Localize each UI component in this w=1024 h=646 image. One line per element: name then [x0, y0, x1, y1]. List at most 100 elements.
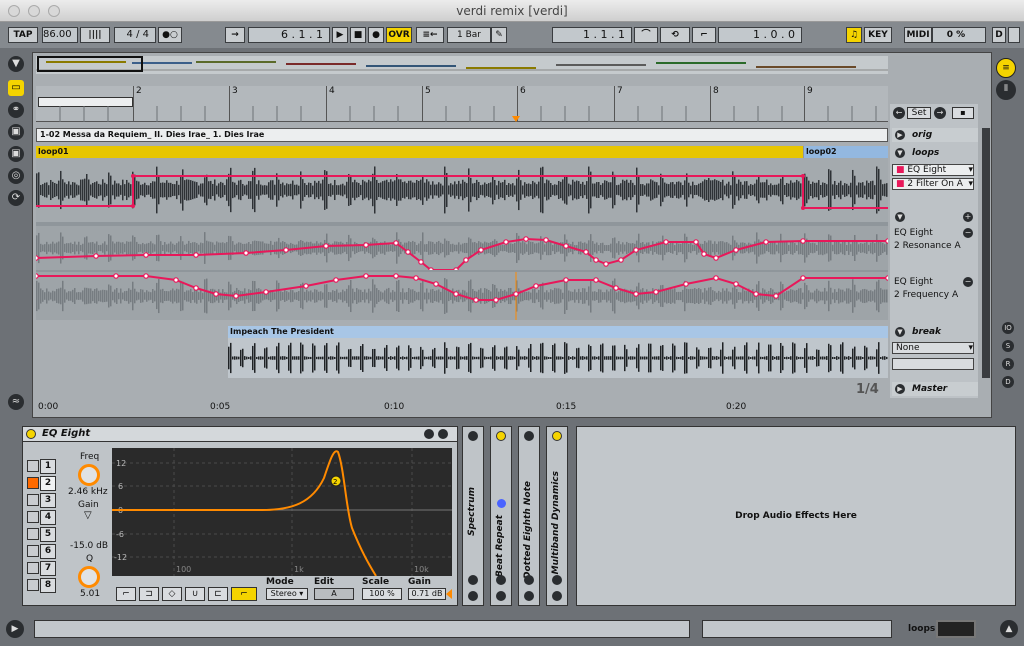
orig-clip-title[interactable]: 1-02 Messa da Requiem_ II. Dies Irae_ 1.… — [36, 128, 888, 142]
impeach-waveform[interactable] — [228, 338, 888, 378]
band-8-toggle[interactable] — [27, 579, 39, 591]
punch-in-icon[interactable]: ⌒ — [634, 27, 658, 43]
mode-select[interactable]: Stereo ▾ — [266, 588, 308, 600]
device-beat-repeat[interactable]: Beat Repeat — [490, 426, 512, 606]
save-preset-icon[interactable] — [496, 591, 506, 601]
device-dotted-eighth[interactable]: Dotted Eighth Note — [518, 426, 540, 606]
returns-toggle-icon[interactable]: R — [1002, 358, 1014, 370]
device-power-icon[interactable] — [496, 431, 506, 441]
live-devices-icon[interactable]: ▭ — [8, 80, 24, 96]
record-icon[interactable]: ● — [368, 27, 384, 43]
piano-icon[interactable]: ♫ — [846, 27, 862, 43]
samples-icon[interactable]: ◎ — [8, 168, 24, 184]
frequency-automation-lane[interactable] — [33, 272, 891, 320]
save-preset-icon[interactable] — [524, 591, 534, 601]
highcut-filter-icon[interactable]: ⌐ — [231, 587, 257, 601]
overview-strip[interactable] — [36, 56, 888, 74]
hot-swap-icon[interactable] — [552, 575, 562, 585]
device-multiband-dynamics[interactable]: Multiband Dynamics — [546, 426, 568, 606]
q-knob[interactable] — [78, 566, 100, 588]
automation-device-select[interactable]: ■ EQ Eight ▾ — [892, 164, 974, 176]
eq-display[interactable]: 12 6 0 -6 -12 100 1k 10k 2 — [112, 448, 452, 577]
hot-swap-icon[interactable] — [524, 575, 534, 585]
lane-collapse-icon[interactable]: ▼ — [895, 212, 905, 222]
show-detail-icon[interactable]: ▲ — [1000, 620, 1018, 638]
band-6-toggle[interactable] — [27, 545, 39, 557]
plugins-icon[interactable]: ⚭ — [8, 102, 24, 118]
sends-toggle-icon[interactable]: S — [1002, 340, 1014, 352]
band-1-button[interactable]: 1 — [40, 459, 56, 474]
nudge-icon[interactable]: |||| — [80, 27, 110, 43]
band-4-toggle[interactable] — [27, 511, 39, 523]
band-5-toggle[interactable] — [27, 528, 39, 540]
band-3-button[interactable]: 3 — [40, 493, 56, 508]
band-8-button[interactable]: 8 — [40, 578, 56, 593]
band-2-toggle[interactable] — [27, 477, 39, 489]
arrangement-position-field[interactable]: 6 . 1 . 1 — [248, 27, 330, 43]
lowshelf-filter-icon[interactable]: ⊐ — [139, 587, 159, 601]
hide-browser-icon[interactable]: ▼ — [8, 56, 24, 72]
band-6-button[interactable]: 6 — [40, 544, 56, 559]
next-locator-icon[interactable]: → — [934, 107, 946, 119]
band-7-button[interactable]: 7 — [40, 561, 56, 576]
loop-start-field[interactable]: 1 . 1 . 1 — [552, 27, 632, 43]
save-preset-icon[interactable] — [438, 429, 448, 439]
highshelf-filter-icon[interactable]: ⊏ — [208, 587, 228, 601]
drop-effects-zone[interactable]: Drop Audio Effects Here — [576, 426, 1016, 606]
freq-value[interactable]: 2.46 kHz — [68, 487, 108, 497]
track-view-selector[interactable] — [936, 620, 976, 638]
loop01-waveform[interactable] — [36, 158, 888, 222]
band-4-button[interactable]: 4 — [40, 510, 56, 525]
save-preset-icon[interactable] — [552, 591, 562, 601]
band-2-button[interactable]: 2 — [40, 476, 56, 491]
add-lane-icon[interactable]: + — [963, 212, 973, 222]
minimize-window-button[interactable] — [28, 5, 40, 17]
arrangement-view-toggle-icon[interactable]: ≡ — [996, 58, 1016, 78]
draw-mode-icon[interactable]: ≡← — [416, 27, 444, 43]
edit-a-button[interactable]: A — [314, 588, 354, 600]
scale-field[interactable]: 100 % — [362, 588, 402, 600]
zoom-window-button[interactable] — [48, 5, 60, 17]
device-spectrum[interactable]: Spectrum — [462, 426, 484, 606]
expand-track-icon[interactable]: ▶ — [895, 130, 905, 140]
gain-value[interactable]: -15.0 dB — [70, 541, 108, 551]
output-gain-field[interactable]: 0.71 dB — [408, 588, 446, 600]
clips-icon[interactable]: ⟳ — [8, 190, 24, 206]
tap-tempo-button[interactable]: TAP — [8, 27, 38, 43]
folder-icon[interactable]: ▣ — [8, 146, 24, 162]
meter-field[interactable]: 4 / 4 — [114, 27, 156, 43]
groove-pool-icon[interactable]: ≈ — [8, 394, 24, 410]
expand-track-icon[interactable]: ▶ — [895, 384, 905, 394]
pencil-icon[interactable]: ✎ — [491, 27, 507, 43]
clip-loop01-header[interactable]: loop01 — [36, 146, 803, 158]
device-power-icon[interactable] — [468, 431, 478, 441]
clip-loop02-header[interactable]: loop02 — [804, 146, 888, 158]
band-5-button[interactable]: 5 — [40, 527, 56, 542]
overdub-button[interactable]: OVR — [386, 27, 412, 43]
collapse-track-icon[interactable]: ▼ — [895, 327, 905, 337]
close-window-button[interactable] — [8, 5, 20, 17]
follow-icon[interactable]: → — [225, 27, 245, 43]
band-1-toggle[interactable] — [27, 460, 39, 472]
eq-curve-graph[interactable]: 12 6 0 -6 -12 100 1k 10k 2 — [112, 448, 452, 577]
break-parameter-select[interactable] — [892, 358, 974, 370]
resonance-automation-lane[interactable] — [33, 226, 891, 273]
clip-impeach-header[interactable]: Impeach The President — [228, 326, 888, 338]
set-locator-button[interactable]: Set — [907, 107, 931, 119]
prev-locator-icon[interactable]: ← — [893, 107, 905, 119]
play-icon[interactable]: ▶ — [332, 27, 348, 43]
loop-length-field[interactable]: 1 . 0 . 0 — [718, 27, 802, 43]
loop-switch-icon[interactable]: ⟲ — [660, 27, 690, 43]
lowcut-filter-icon[interactable]: ⌐ — [116, 587, 136, 601]
mixer-toggle-icon[interactable]: D — [1002, 376, 1014, 388]
freq-knob[interactable] — [78, 464, 100, 486]
tempo-field[interactable]: 86.00 — [42, 27, 78, 43]
io-toggle-icon[interactable]: IO — [1002, 322, 1014, 334]
device-power-icon[interactable] — [524, 431, 534, 441]
gain-slider-icon[interactable]: ▽ — [84, 510, 92, 521]
show-info-icon[interactable]: ▶ — [6, 620, 24, 638]
notch-filter-icon[interactable]: ∪ — [185, 587, 205, 601]
q-value[interactable]: 5.01 — [80, 589, 100, 599]
hot-swap-icon[interactable] — [424, 429, 434, 439]
break-automation-select[interactable]: None ▾ — [892, 342, 974, 354]
